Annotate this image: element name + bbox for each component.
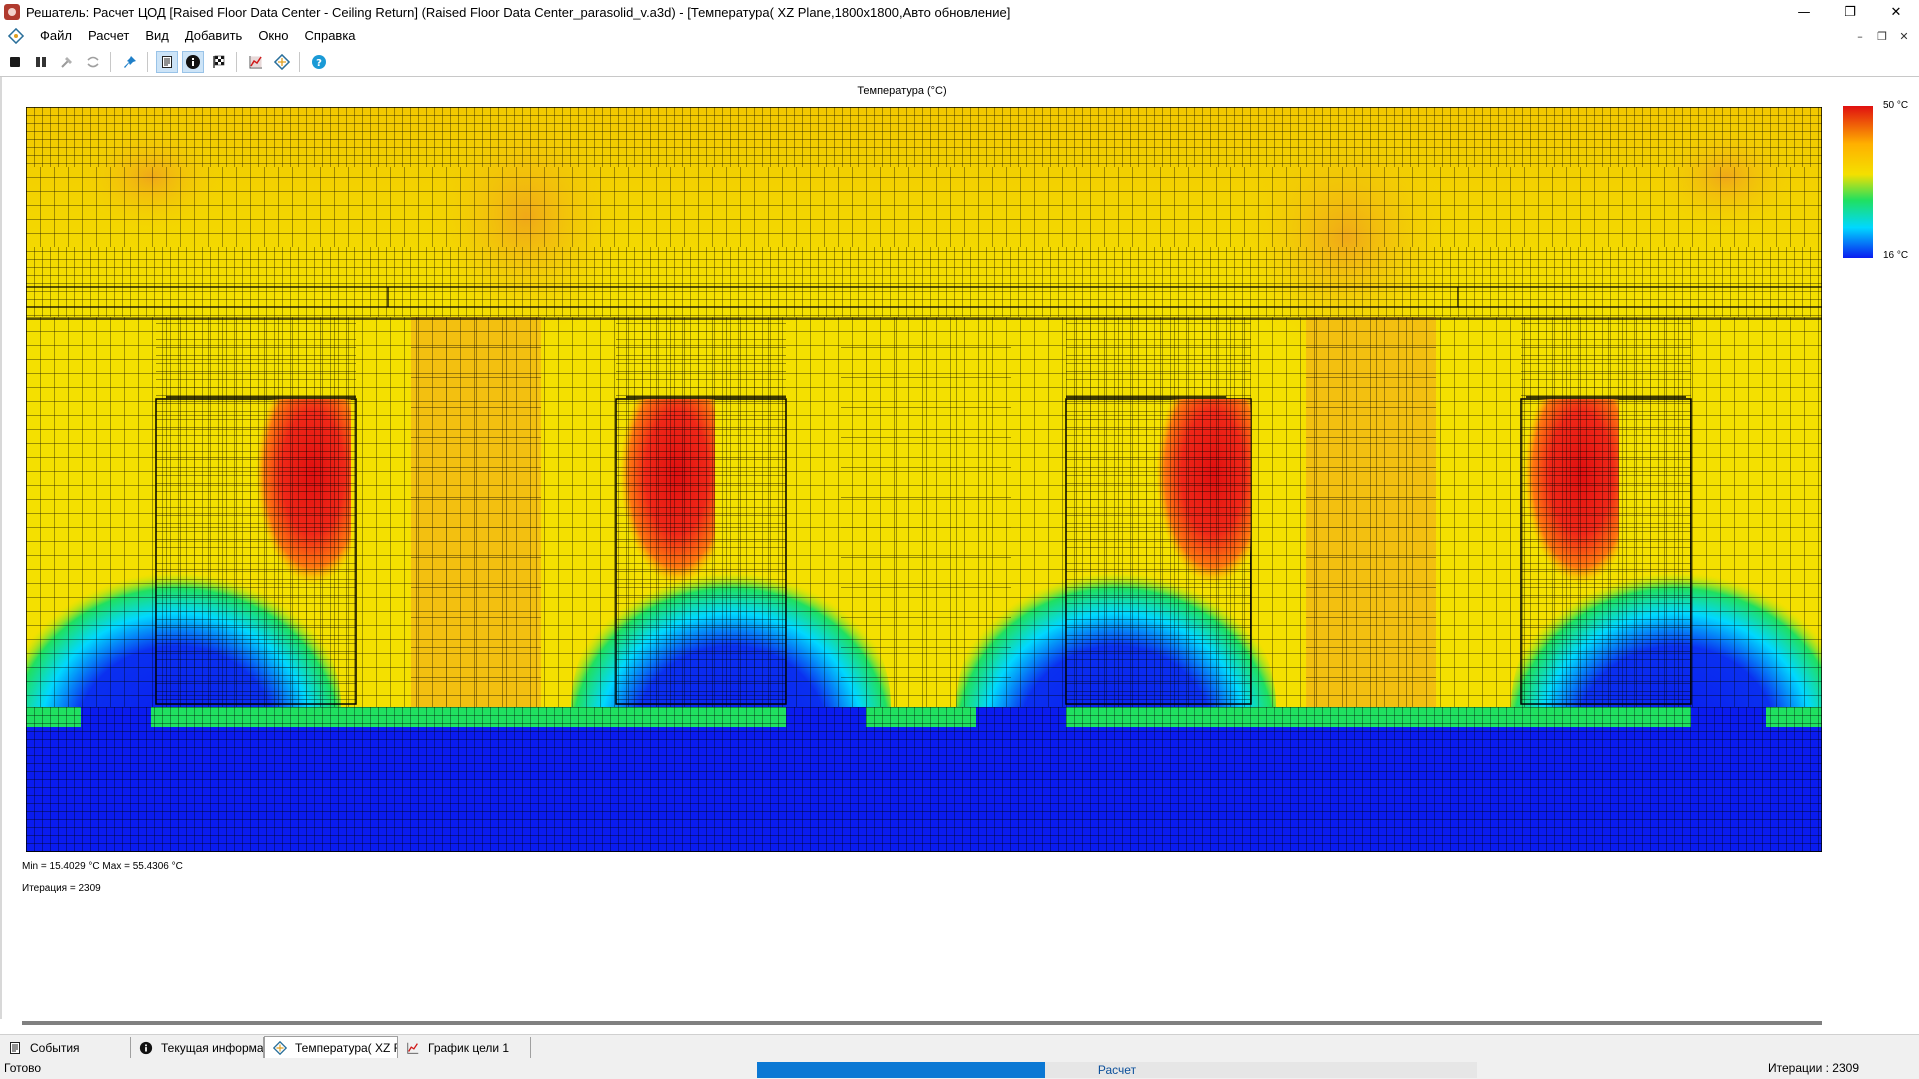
legend-min-label: 16 °C [1883,250,1909,261]
horizontal-scrollbar[interactable] [22,1021,1822,1025]
status-bar: Готово Расчет Итерации : 2309 [0,1058,1919,1079]
tab-current-info[interactable]: Текущая информац [131,1037,264,1059]
document-icon[interactable] [156,51,178,73]
info-icon [139,1041,153,1055]
tab-goal-chart-label: График цели 1 [428,1041,510,1055]
color-legend [1843,106,1873,258]
document-tabs: События Текущая информац Температура( XZ… [0,1034,1919,1059]
menu-calculate[interactable]: Расчет [80,24,137,48]
solver-logo-icon[interactable] [7,27,25,45]
help-icon[interactable]: ? [308,51,330,73]
legend-max-label: 50 °C [1883,100,1909,111]
info-icon[interactable] [182,51,204,73]
progress-bar: Расчет [757,1062,1477,1078]
mdi-controls: – ❐ ✕ [1851,24,1913,48]
title-bar: Решатель: Расчет ЦОД [Raised Floor Data … [0,0,1919,24]
chart-icon[interactable] [245,51,267,73]
stop-icon[interactable] [4,51,26,73]
toolbar-separator [147,52,148,72]
checkered-flag-icon[interactable] [208,51,230,73]
menu-file[interactable]: Файл [32,24,80,48]
menu-window[interactable]: Окно [250,24,296,48]
menu-view[interactable]: Вид [137,24,177,48]
toolbar-separator [110,52,111,72]
minimize-button[interactable]: — [1781,0,1827,24]
progress-label: Расчет [1097,1063,1137,1077]
tab-events[interactable]: События [0,1037,131,1059]
mesh-icon [273,1041,287,1055]
hammer-icon[interactable] [56,51,78,73]
tab-temperature[interactable]: Температура( XZ F [264,1036,398,1059]
document-icon [10,1042,20,1054]
iteration-readout: Итерация = 2309 [22,883,101,894]
window-controls: — ❐ ✕ [1781,0,1919,24]
pause-icon[interactable] [30,51,52,73]
tab-current-info-label: Текущая информац [161,1041,264,1055]
min-max-readout: Min = 15.4029 °C Max = 55.4306 °C [22,861,183,872]
undo-arrows-icon[interactable] [82,51,104,73]
toolbar-separator [236,52,237,72]
tab-temperature-label: Температура( XZ F [295,1041,398,1055]
iterations-counter: Итерации : 2309 [1768,1061,1859,1075]
close-button[interactable]: ✕ [1873,0,1919,24]
plot-title: Температура (°C) [857,85,947,97]
mdi-minimize-button[interactable]: – [1851,27,1869,45]
app-icon [4,4,20,20]
svg-text:?: ? [316,58,322,69]
toolbar: ? [0,48,1919,77]
pin-icon[interactable] [119,51,141,73]
tab-events-label: События [30,1041,80,1055]
window-title: Решатель: Расчет ЦОД [Raised Floor Data … [26,4,1011,20]
chart-icon [407,1042,419,1054]
menu-help[interactable]: Справка [297,24,364,48]
maximize-button[interactable]: ❐ [1827,0,1873,24]
status-text: Готово [4,1061,42,1075]
toolbar-separator [299,52,300,72]
menu-add[interactable]: Добавить [177,24,250,48]
temperature-view: Температура (°C) 50 °C 16 °C Min = 15.40… [0,77,1919,1025]
tab-goal-chart[interactable]: График цели 1 [398,1037,531,1059]
mdi-close-button[interactable]: ✕ [1895,27,1913,45]
temperature-field[interactable] [26,107,1822,852]
mdi-restore-button[interactable]: ❐ [1873,27,1891,45]
menu-bar: Файл Расчет Вид Добавить Окно Справка – … [0,24,1919,48]
mesh-icon[interactable] [271,51,293,73]
